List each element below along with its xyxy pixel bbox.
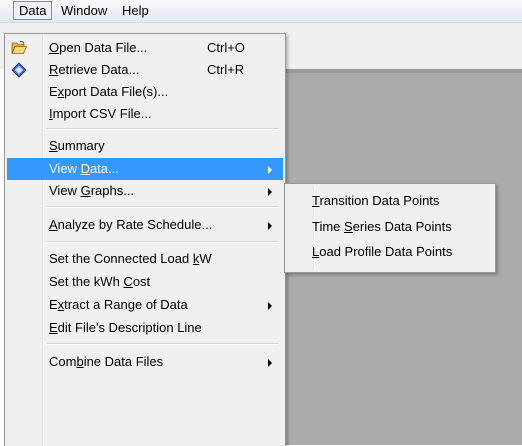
menu-item-import-csv-file[interactable]: Import CSV File... (7, 103, 283, 125)
menu-item-open-data-file[interactable]: Open Data File... Ctrl+O (7, 37, 283, 59)
menu-item-label: Edit File's Description Line (49, 320, 202, 335)
menu-item-export-data-files[interactable]: Export Data File(s)... (7, 81, 283, 103)
menu-item-set-connected-load[interactable]: Set the Connected Load kW (7, 248, 283, 270)
menu-item-extract-range-of-data[interactable]: Extract a Range of Data (7, 294, 283, 316)
menu-separator (47, 128, 279, 130)
submenu-item-label: Transition Data Points (312, 193, 440, 208)
menu-window[interactable]: Window (55, 2, 113, 19)
menu-item-label: Analyze by Rate Schedule... (49, 217, 213, 232)
submenu-arrow-icon (268, 166, 272, 174)
menu-bar: Data Window Help (0, 0, 522, 23)
menu-item-edit-file-description[interactable]: Edit File's Description Line (7, 317, 283, 339)
menu-separator (47, 343, 279, 345)
menu-help[interactable]: Help (116, 2, 155, 19)
menu-item-label: View Data... (49, 161, 119, 176)
menu-item-retrieve-data[interactable]: Retrieve Data... Ctrl+R (7, 59, 283, 81)
menu-item-label: Combine Data Files (49, 354, 164, 369)
menu-item-label: Export Data File(s)... (49, 84, 169, 99)
menu-item-combine-data-files[interactable]: Combine Data Files (7, 351, 283, 373)
submenu-item-transition-data-points[interactable]: Transition Data Points (287, 189, 493, 213)
retrieve-diamond-icon (11, 62, 27, 78)
data-menu: Open Data File... Ctrl+O Retrieve Data..… (4, 33, 286, 446)
menu-item-label: Set the Connected Load kW (49, 251, 212, 266)
menu-item-summary[interactable]: Summary (7, 135, 283, 157)
menu-data[interactable]: Data (13, 1, 53, 20)
submenu-arrow-icon (268, 359, 272, 367)
submenu-item-label: Time Series Data Points (312, 219, 452, 234)
submenu-item-label: Load Profile Data Points (312, 244, 453, 259)
menu-item-view-graphs[interactable]: View Graphs... (7, 180, 283, 202)
menu-item-analyze-by-rate-schedule[interactable]: Analyze by Rate Schedule... (7, 214, 283, 236)
menu-item-label: View Graphs... (49, 183, 135, 198)
menu-item-label: Extract a Range of Data (49, 297, 188, 312)
submenu-arrow-icon (268, 302, 272, 310)
menu-item-label: Retrieve Data... (49, 62, 140, 77)
menu-item-label: Set the kWh Cost (49, 274, 151, 289)
menu-item-label: Summary (49, 138, 105, 153)
submenu-item-load-profile-data-points[interactable]: Load Profile Data Points (287, 240, 493, 264)
view-data-submenu: Transition Data Points Time Series Data … (284, 183, 496, 273)
menu-separator (47, 241, 279, 243)
menu-item-label: Import CSV File... (49, 106, 152, 121)
client-area-edge (285, 69, 522, 73)
submenu-arrow-icon (268, 188, 272, 196)
menu-item-shortcut: Ctrl+R (207, 62, 245, 77)
menu-item-label: Open Data File... (49, 40, 148, 55)
menu-separator (47, 206, 279, 208)
menu-item-shortcut: Ctrl+O (207, 40, 245, 55)
submenu-item-time-series-data-points[interactable]: Time Series Data Points (287, 215, 493, 239)
folder-open-icon (11, 40, 28, 56)
submenu-arrow-icon (268, 222, 272, 230)
menu-item-view-data[interactable]: View Data... (7, 158, 283, 180)
menu-item-set-kwh-cost[interactable]: Set the kWh Cost (7, 271, 283, 293)
